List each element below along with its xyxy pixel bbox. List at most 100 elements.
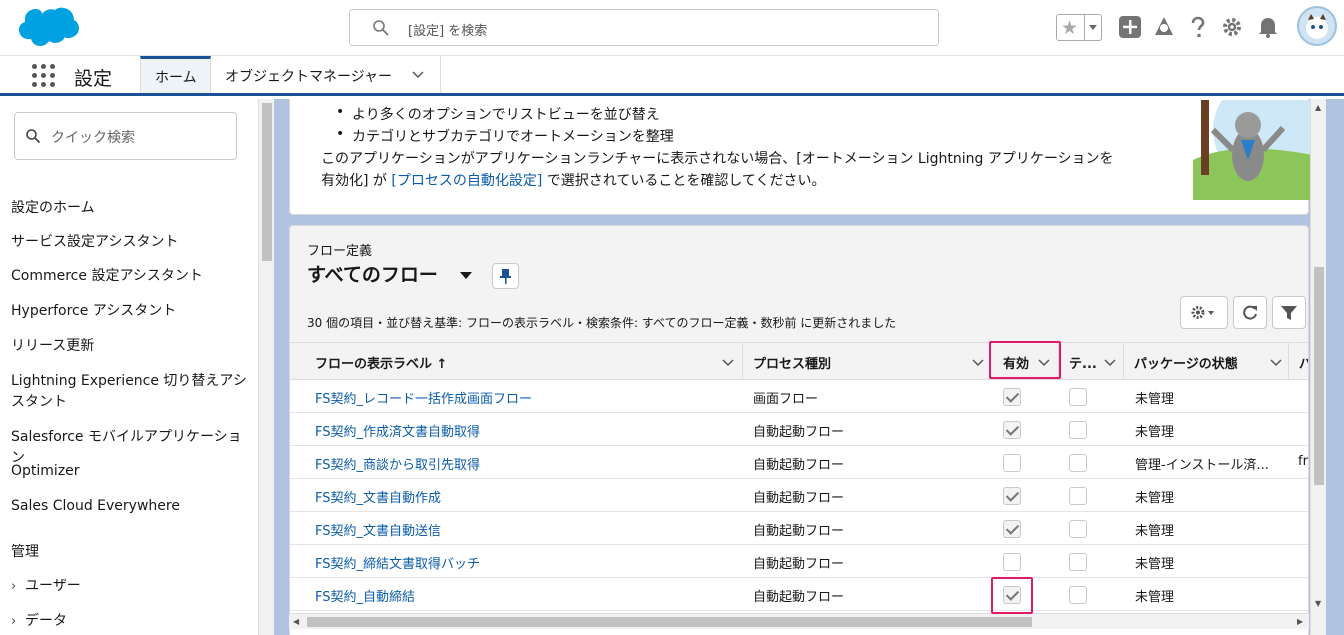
- active-checkbox: [1003, 388, 1021, 406]
- search-icon: [26, 129, 41, 144]
- sidebar-item-lightning-transition[interactable]: Lightning Experience 切り替えアシスタント: [11, 371, 255, 413]
- sidebar-group-admin: 管理: [11, 544, 39, 560]
- app-launcher-waffle-icon[interactable]: [31, 63, 55, 87]
- column-header-package-text: パッケージの状態: [1134, 357, 1238, 372]
- list-view-title[interactable]: すべてのフロー: [307, 260, 438, 287]
- search-icon: [373, 20, 389, 36]
- table-horizontal-scrollbar[interactable]: ◀ ▶: [289, 613, 1309, 629]
- list-view-eyebrow: フロー定義: [307, 244, 373, 259]
- sidebar-scrollbar[interactable]: [258, 99, 274, 635]
- intro-bullet: カテゴリとサブカテゴリでオートメーションを整理: [336, 126, 674, 146]
- package-state-cell: 未管理: [1135, 590, 1175, 605]
- app-name: 設定: [74, 68, 113, 90]
- process-type-cell: 自動起動フロー: [753, 425, 845, 440]
- column-header-extra-text: パッ: [1299, 353, 1308, 372]
- column-header-process-text: プロセス種別: [753, 357, 832, 372]
- column-header-label[interactable]: フローの表示ラベル ↑: [290, 343, 743, 380]
- process-type-cell: 自動起動フロー: [753, 557, 845, 572]
- active-checkbox: [1003, 520, 1021, 538]
- tab-object-manager-label: オブジェクトマネージャー: [225, 69, 393, 85]
- chevron-right-icon: ›: [11, 614, 17, 629]
- pin-list-view-button[interactable]: [492, 263, 519, 289]
- template-checkbox: [1069, 421, 1087, 439]
- favorites-button[interactable]: ★: [1056, 14, 1102, 41]
- user-avatar[interactable]: [1297, 6, 1337, 46]
- column-header-template[interactable]: テ...: [1059, 343, 1124, 380]
- flow-label-link[interactable]: FS契約_商談から取引先取得: [315, 454, 480, 473]
- process-type-cell: 自動起動フロー: [753, 491, 845, 506]
- table-row: FS契約_作成済文書自動取得 自動起動フロー 未管理: [290, 413, 1308, 446]
- column-header-extra[interactable]: パッ: [1289, 343, 1308, 380]
- quick-search-placeholder: クイック検索: [51, 130, 135, 146]
- column-header-process[interactable]: プロセス種別: [743, 343, 990, 380]
- flow-label-link[interactable]: FS契約_締結文書取得バッチ: [315, 553, 480, 572]
- help-icon[interactable]: [1186, 15, 1210, 39]
- sidebar-item-data-label: データ: [25, 613, 67, 629]
- salesforce-logo-icon[interactable]: [16, 6, 80, 50]
- scroll-down-arrow-icon[interactable]: ▼: [1315, 599, 1321, 608]
- chevron-down-icon[interactable]: [411, 68, 425, 82]
- flow-label-link[interactable]: FS契約_文書自動作成: [315, 487, 441, 506]
- sidebar-item-release-updates[interactable]: リリース更新: [11, 336, 255, 357]
- notifications-bell-icon[interactable]: [1256, 15, 1280, 39]
- flow-label-link[interactable]: FS契約_レコード一括作成画面フロー: [315, 388, 532, 407]
- tab-object-manager[interactable]: オブジェクトマネージャー: [211, 56, 441, 93]
- sidebar-item-hyperforce[interactable]: Hyperforce アシスタント: [11, 301, 255, 322]
- chevron-down-icon[interactable]: [721, 356, 735, 370]
- trailhead-guidance-icon[interactable]: [1152, 15, 1176, 39]
- list-view-switcher-caret-icon[interactable]: [460, 272, 472, 279]
- template-checkbox: [1069, 454, 1087, 472]
- package-state-cell: 管理-インストール済...: [1135, 458, 1269, 473]
- process-type-cell: 自動起動フロー: [753, 524, 845, 539]
- scroll-right-arrow-icon[interactable]: ▶: [1297, 617, 1303, 626]
- main-content: より多くのオプションでリストビューを並び替え カテゴリとサブカテゴリでオートメー…: [274, 99, 1344, 635]
- chevron-down-icon[interactable]: [1269, 356, 1283, 370]
- list-view-controls-button[interactable]: [1180, 296, 1228, 329]
- filter-button[interactable]: [1272, 296, 1306, 329]
- package-state-cell: 未管理: [1135, 425, 1175, 440]
- tab-home[interactable]: ホーム: [140, 56, 211, 93]
- global-actions-plus-icon[interactable]: [1118, 15, 1142, 39]
- intro-note-line2-pre: 有効化] が: [321, 173, 392, 189]
- sidebar-item-users[interactable]: › ユーザー: [11, 575, 81, 595]
- template-checkbox: [1069, 520, 1087, 538]
- template-checkbox: [1069, 553, 1087, 571]
- main-vertical-scrollbar[interactable]: ▲ ▼: [1310, 99, 1326, 635]
- sidebar-item-optimizer[interactable]: Optimizer: [11, 461, 255, 482]
- active-checkbox: [1003, 553, 1021, 571]
- star-icon: ★: [1061, 17, 1079, 39]
- vertical-scrollbar-thumb[interactable]: [1314, 267, 1324, 485]
- astro-avatar-icon: [1306, 14, 1328, 39]
- sidebar-scrollbar-thumb[interactable]: [262, 103, 272, 261]
- quick-search-input[interactable]: クイック検索: [14, 112, 237, 160]
- scroll-up-arrow-icon[interactable]: ▲: [1315, 103, 1321, 112]
- package-state-cell: 未管理: [1135, 392, 1175, 407]
- gear-icon[interactable]: [1220, 15, 1244, 39]
- chevron-down-icon[interactable]: [971, 356, 985, 370]
- global-search-box[interactable]: [設定] を検索: [349, 9, 939, 46]
- sidebar-item-setup-home[interactable]: 設定のホーム: [11, 198, 255, 219]
- process-automation-settings-link[interactable]: [プロセスの自動化設定]: [391, 173, 542, 189]
- refresh-button[interactable]: [1233, 296, 1267, 329]
- sidebar-item-data[interactable]: › データ: [11, 610, 67, 630]
- table-row: FS契約_商談から取引先取得 自動起動フロー 管理-インストール済... fr: [290, 446, 1308, 479]
- favorites-dropdown-icon[interactable]: [1084, 15, 1101, 40]
- flow-label-link[interactable]: FS契約_文書自動送信: [315, 520, 441, 539]
- flow-label-link[interactable]: FS契約_自動締結: [315, 586, 415, 605]
- sidebar-item-service-setup[interactable]: サービス設定アシスタント: [11, 232, 255, 253]
- scroll-left-arrow-icon[interactable]: ◀: [293, 617, 299, 626]
- flow-label-link[interactable]: FS契約_作成済文書自動取得: [315, 421, 480, 440]
- sidebar-item-users-label: ユーザー: [25, 578, 81, 594]
- extra-cell: fr: [1298, 454, 1308, 469]
- horizontal-scrollbar-thumb[interactable]: [307, 617, 1032, 627]
- intro-bullet: より多くのオプションでリストビューを並び替え: [336, 104, 660, 124]
- chevron-down-icon[interactable]: [1103, 356, 1117, 370]
- tab-home-label: ホーム: [155, 70, 197, 86]
- column-header-package[interactable]: パッケージの状態: [1124, 343, 1289, 380]
- sidebar-item-commerce-setup[interactable]: Commerce 設定アシスタント: [11, 266, 255, 287]
- app-navbar: 設定 ホーム オブジェクトマネージャー: [0, 56, 1344, 96]
- sidebar-item-sales-cloud-everywhere[interactable]: Sales Cloud Everywhere: [11, 496, 255, 517]
- mascot-illustration-icon: [1193, 100, 1313, 200]
- setup-sidebar: クイック検索 設定のホーム サービス設定アシスタント Commerce 設定アシ…: [0, 99, 258, 635]
- gear-dropdown-icon: [1191, 306, 1214, 319]
